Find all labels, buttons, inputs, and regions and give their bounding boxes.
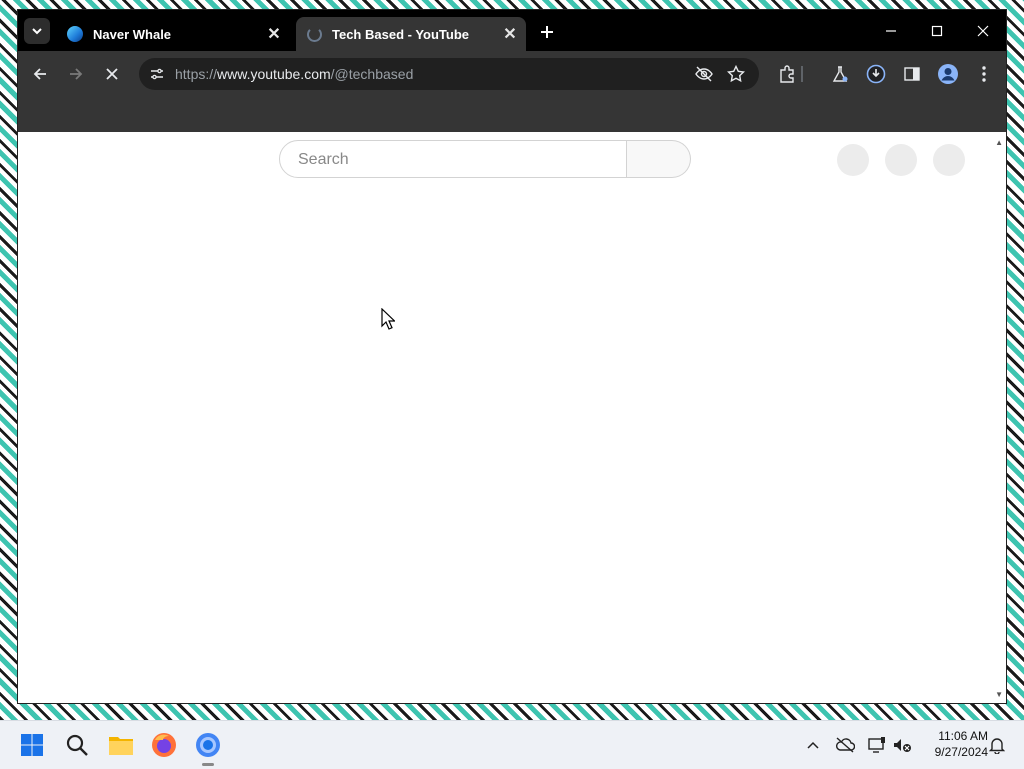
close-icon	[106, 68, 118, 80]
search-input[interactable]	[296, 150, 620, 170]
stop-loading-button[interactable]	[98, 60, 126, 88]
url-prefix: https://	[175, 66, 218, 82]
tab-strip: Naver Whale ✕ Tech Based - YouTube ✕	[18, 10, 1006, 51]
new-tab-button[interactable]	[536, 21, 558, 43]
back-button[interactable]	[26, 60, 54, 88]
url-host: www.youtube.com	[217, 66, 331, 82]
search-box[interactable]	[279, 140, 627, 178]
search-button[interactable]	[627, 140, 691, 178]
tab-title: Naver Whale	[93, 26, 172, 42]
browser-window: Naver Whale ✕ Tech Based - YouTube ✕ htt…	[18, 10, 1006, 703]
whale-icon	[67, 26, 83, 42]
clock-time: 11:06 AM	[938, 729, 988, 743]
address-bar[interactable]: https://www.youtube.com/@techbased	[139, 58, 759, 90]
url-text[interactable]: https://www.youtube.com/@techbased	[175, 66, 413, 82]
mouse-cursor-icon	[381, 308, 395, 330]
download-icon[interactable]	[864, 62, 888, 86]
extensions-icon[interactable]	[775, 62, 799, 86]
more-menu-icon[interactable]	[972, 62, 996, 86]
side-panel-icon[interactable]	[900, 62, 924, 86]
plus-icon	[541, 26, 553, 38]
chrome-icon[interactable]	[192, 729, 224, 766]
chevron-down-icon	[32, 28, 42, 35]
tune-icon	[151, 68, 163, 80]
placeholder-icon-button[interactable]	[837, 144, 869, 176]
placeholder-icon-button[interactable]	[885, 144, 917, 176]
system-clock[interactable]: 11:06 AM 9/27/2024	[918, 728, 988, 760]
tab-search-button[interactable]	[24, 18, 50, 44]
bookmark-star-icon[interactable]	[724, 62, 748, 86]
loading-spinner-icon	[307, 26, 322, 42]
close-icon	[977, 25, 989, 36]
volume-muted-icon[interactable]	[891, 733, 913, 757]
site-info-button[interactable]	[145, 62, 169, 86]
network-display-icon[interactable]	[866, 733, 888, 757]
toolbar-divider	[801, 66, 803, 82]
profile-avatar-icon[interactable]	[936, 62, 960, 86]
close-tab-icon[interactable]: ✕	[500, 24, 520, 44]
forward-button[interactable]	[62, 60, 90, 88]
url-path: /@techbased	[330, 66, 414, 82]
eye-off-icon[interactable]	[692, 62, 716, 86]
arrow-left-icon	[33, 68, 46, 80]
desktop-wallpaper	[0, 0, 18, 720]
placeholder-avatar[interactable]	[933, 144, 965, 176]
scroll-down-arrow-icon[interactable]: ▼	[995, 690, 1003, 699]
show-hidden-icons-chevron-up-icon[interactable]	[802, 733, 824, 757]
file-explorer-icon[interactable]	[105, 729, 137, 761]
arrow-right-icon	[70, 68, 83, 80]
close-tab-icon[interactable]: ✕	[264, 24, 284, 44]
page-content: ▲ ▼	[18, 132, 1006, 703]
scroll-up-arrow-icon[interactable]: ▲	[995, 138, 1003, 147]
labs-flask-icon[interactable]	[828, 62, 852, 86]
windows-start-icon[interactable]	[16, 729, 48, 761]
search-icon[interactable]	[61, 729, 93, 761]
tab-title: Tech Based - YouTube	[332, 26, 470, 42]
maximize-button[interactable]	[914, 10, 960, 51]
close-window-button[interactable]	[960, 10, 1006, 51]
firefox-icon[interactable]	[148, 729, 180, 761]
clock-date: 9/27/2024	[934, 745, 988, 759]
browser-toolbar: https://www.youtube.com/@techbased	[18, 51, 1006, 97]
tab-naver-whale[interactable]: Naver Whale ✕	[58, 17, 290, 51]
minimize-icon	[886, 29, 896, 32]
bookmarks-bar	[18, 97, 1006, 132]
notification-bell-icon[interactable]	[986, 733, 1008, 757]
maximize-icon	[931, 25, 943, 36]
cloud-offline-icon[interactable]	[834, 733, 856, 757]
tab-youtube[interactable]: Tech Based - YouTube ✕	[296, 17, 526, 51]
minimize-button[interactable]	[868, 10, 914, 51]
taskbar	[0, 720, 1024, 769]
